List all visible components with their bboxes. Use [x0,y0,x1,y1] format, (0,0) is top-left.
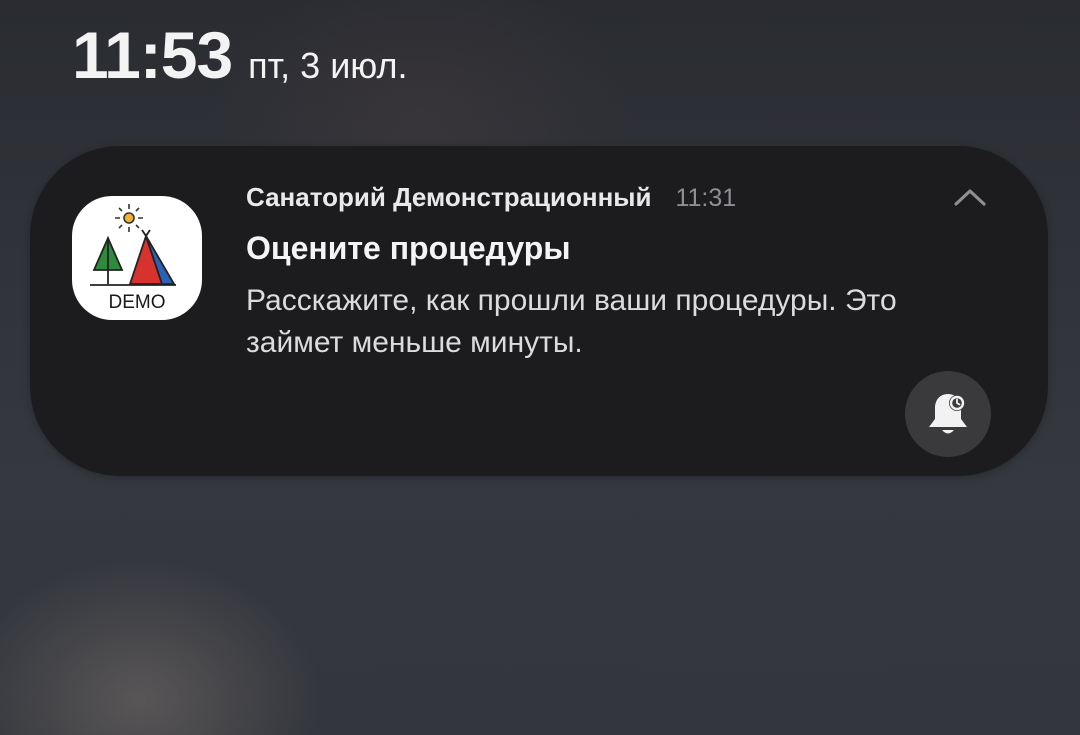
notification-title: Оцените процедуры [246,230,571,266]
snooze-button[interactable] [905,371,991,457]
sun-icon [115,204,143,232]
sanatorium-logo-icon: DEMO [72,196,202,320]
notification-time: 11:31 [675,184,737,212]
bell-snooze-icon [929,394,967,434]
notification-app-name: Санаторий Демонстрационный [246,182,652,212]
lockscreen-clock: 11:53 пт, 3 июл. [72,22,408,88]
notification-body: Расскажите, как прошли ваши процедуры. Э… [246,284,897,359]
tent-icon [128,229,176,285]
notification-card[interactable]: DEMO Санаторий Демонстрационный 11:31 Оц… [30,146,1048,476]
notification-header: Санаторий Демонстрационный 11:31 [246,182,736,213]
chevron-up-icon[interactable] [950,182,990,212]
tree-icon [92,235,124,284]
svg-text:DEMO: DEMO [109,292,166,313]
clock-time: 11:53 [72,18,233,92]
clock-date: пт, 3 июл. [248,45,408,86]
